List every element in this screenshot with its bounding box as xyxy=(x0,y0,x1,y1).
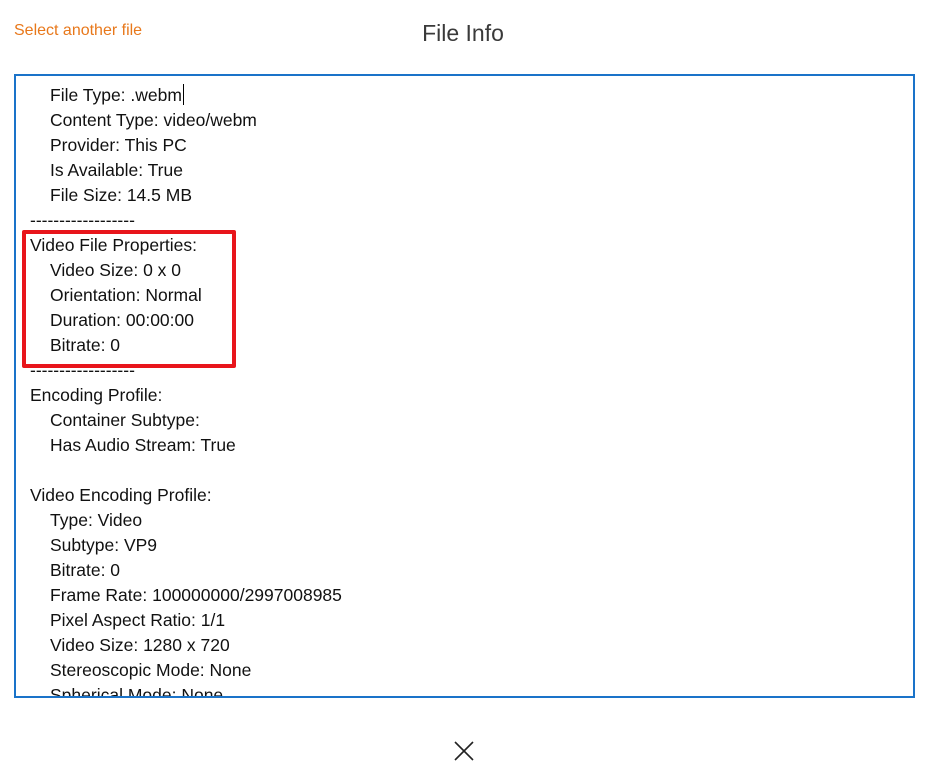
info-line: Container Subtype: xyxy=(30,408,903,433)
info-line-text: File Type: .webm xyxy=(50,85,182,105)
info-line: Bitrate: 0 xyxy=(30,333,903,358)
info-line-text: Duration: 00:00:00 xyxy=(50,310,194,330)
text-caret xyxy=(182,84,184,105)
info-line: Stereoscopic Mode: None xyxy=(30,658,903,683)
info-line: Provider: This PC xyxy=(30,133,903,158)
info-line-text: Provider: This PC xyxy=(50,135,187,155)
info-line: Video Encoding Profile: xyxy=(30,483,903,508)
info-line-text: Frame Rate: 100000000/2997008985 xyxy=(50,585,342,605)
info-line: Video File Properties: xyxy=(30,233,903,258)
info-line-text: Content Type: video/webm xyxy=(50,110,257,130)
info-line: ------------------ xyxy=(30,358,903,383)
info-line-text: Encoding Profile: xyxy=(30,385,163,405)
page-title: File Info xyxy=(422,20,504,46)
info-line-text: Bitrate: 0 xyxy=(50,560,121,580)
info-line: Pixel Aspect Ratio: 1/1 xyxy=(30,608,903,633)
info-line-text: Video Size: 0 x 0 xyxy=(50,260,182,280)
file-info-lines: File Type: .webm Content Type: video/webm… xyxy=(30,83,903,698)
info-line: File Size: 14.5 MB xyxy=(30,183,903,208)
info-line xyxy=(30,458,903,483)
info-line: Subtype: VP9 xyxy=(30,533,903,558)
info-line: Type: Video xyxy=(30,508,903,533)
info-line: ------------------ xyxy=(30,208,903,233)
info-line: Spherical Mode: None xyxy=(30,683,903,698)
info-line-text: Subtype: VP9 xyxy=(50,535,158,555)
info-line: Orientation: Normal xyxy=(30,283,903,308)
info-line-text: Video File Properties: xyxy=(30,235,197,255)
info-line-text: Has Audio Stream: True xyxy=(50,435,236,455)
info-line: Content Type: video/webm xyxy=(30,108,903,133)
file-info-page: Select another file File Info File Type:… xyxy=(0,0,926,784)
info-line-text: Video Encoding Profile: xyxy=(30,485,212,505)
info-line: Duration: 00:00:00 xyxy=(30,308,903,333)
info-line-text: Stereoscopic Mode: None xyxy=(50,660,252,680)
info-line-text: Orientation: Normal xyxy=(50,285,202,305)
info-line: Encoding Profile: xyxy=(30,383,903,408)
info-line-text: Bitrate: 0 xyxy=(50,335,121,355)
info-line: Frame Rate: 100000000/2997008985 xyxy=(30,583,903,608)
info-line: File Type: .webm xyxy=(30,83,903,108)
close-button[interactable] xyxy=(451,738,477,764)
info-line-text: Pixel Aspect Ratio: 1/1 xyxy=(50,610,226,630)
file-info-textbox[interactable]: File Type: .webm Content Type: video/webm… xyxy=(14,74,915,698)
info-line-text: Container Subtype: xyxy=(50,410,200,430)
info-line-text: Type: Video xyxy=(50,510,143,530)
info-line-text: File Size: 14.5 MB xyxy=(50,185,192,205)
info-line-text: ------------------ xyxy=(30,360,135,380)
info-line-text: Video Size: 1280 x 720 xyxy=(50,635,230,655)
info-line: Bitrate: 0 xyxy=(30,558,903,583)
info-line: Is Available: True xyxy=(30,158,903,183)
info-line: Video Size: 0 x 0 xyxy=(30,258,903,283)
close-icon xyxy=(454,741,474,761)
info-line: Has Audio Stream: True xyxy=(30,433,903,458)
info-line-text: Is Available: True xyxy=(50,160,183,180)
info-line: Video Size: 1280 x 720 xyxy=(30,633,903,658)
info-line-text: Spherical Mode: None xyxy=(50,685,224,698)
info-line-text: ------------------ xyxy=(30,210,135,230)
